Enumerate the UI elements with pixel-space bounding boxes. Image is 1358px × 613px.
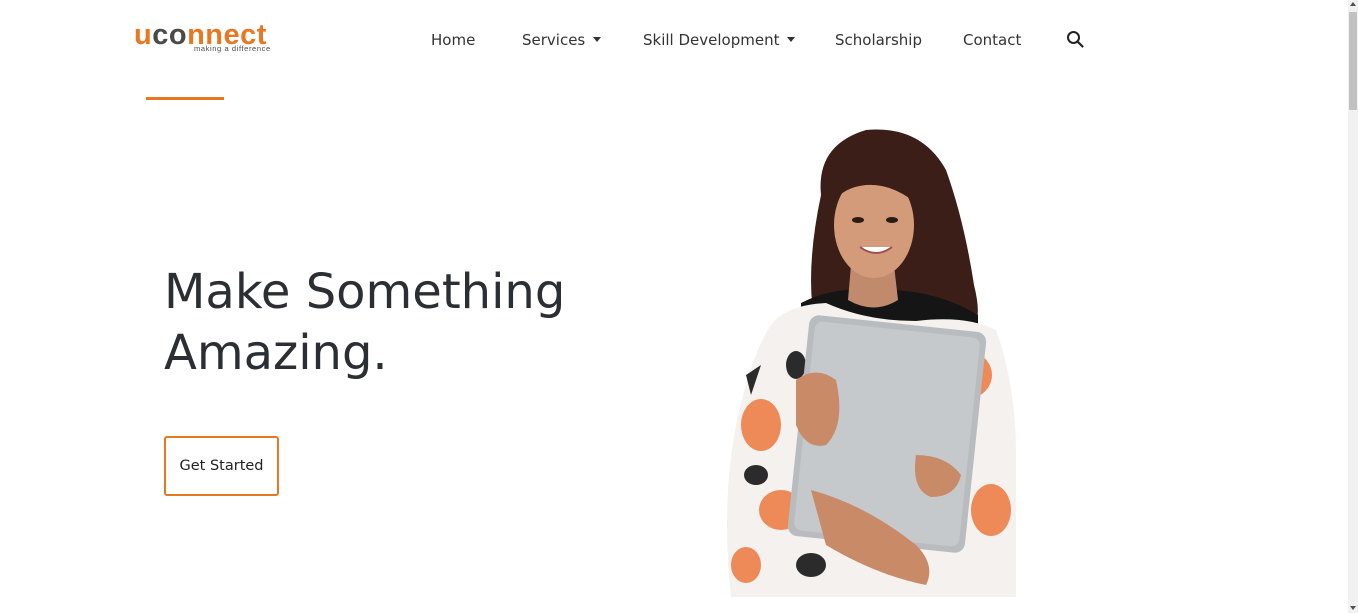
hero-title-line1: Make Something — [164, 264, 566, 320]
search-icon[interactable] — [1066, 30, 1084, 48]
hero-title-line2: Amazing. — [164, 325, 388, 381]
nav-item-contact[interactable]: Contact — [963, 29, 1021, 51]
nav-item-skill-development[interactable]: Skill Development — [643, 29, 796, 51]
nav-item-home[interactable]: Home — [431, 29, 475, 51]
nav-item-scholarship[interactable]: Scholarship — [835, 29, 922, 51]
scroll-up-icon[interactable] — [1350, 2, 1356, 6]
hero-title: Make Something Amazing. — [164, 262, 565, 384]
get-started-button[interactable]: Get Started — [164, 436, 279, 496]
scroll-down-icon[interactable] — [1350, 606, 1356, 610]
scrollbar-thumb[interactable] — [1349, 12, 1357, 110]
nav-item-contact-label: Contact — [963, 31, 1022, 49]
nav-item-skill-development-label: Skill Development — [643, 31, 780, 49]
accent-underline — [146, 97, 224, 100]
nav-item-services-label: Services — [522, 31, 586, 49]
caret-down-icon — [787, 37, 796, 42]
nav-item-services[interactable]: Services — [522, 29, 602, 51]
page-scrollbar[interactable] — [1348, 0, 1358, 613]
nav-item-home-label: Home — [431, 31, 476, 49]
nav-item-scholarship-label: Scholarship — [835, 31, 922, 49]
main-nav: Home Services Skill Development Scholars… — [0, 29, 1358, 51]
caret-down-icon — [593, 37, 602, 42]
hero-student-image — [727, 129, 1016, 597]
